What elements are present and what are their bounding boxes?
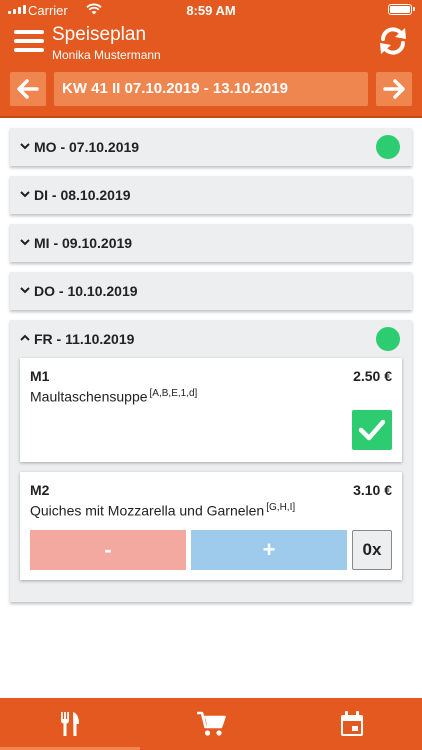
meal-name: Quiches mit Mozzarella und Garnelen [G,H,… <box>30 502 295 519</box>
refresh-icon <box>380 27 406 55</box>
day-section-di: DI - 08.10.2019 <box>10 176 412 214</box>
increase-quantity-button[interactable]: + <box>191 530 347 570</box>
allergen-codes: [G,H,I] <box>266 502 296 513</box>
tab-menu[interactable] <box>0 698 140 750</box>
hamburger-line <box>14 48 44 52</box>
chevron-down-icon <box>20 191 30 198</box>
chevron-down-icon <box>20 239 30 246</box>
week-selector: KW 41 II 07.10.2019 - 13.10.2019 <box>0 64 422 118</box>
meal-name-text: Quiches mit Mozzarella und Garnelen <box>30 502 265 519</box>
arrow-right-icon <box>383 79 405 99</box>
day-title: MI - 09.10.2019 <box>34 235 133 251</box>
menu-button[interactable] <box>14 26 44 56</box>
cutlery-icon <box>61 712 79 736</box>
status-time: 8:59 AM <box>186 3 236 18</box>
meal-name: Maultaschensuppe [A,B,E,1,d] <box>30 388 197 405</box>
bottom-tab-bar <box>0 698 422 750</box>
previous-week-button[interactable] <box>10 72 46 106</box>
day-header-di[interactable]: DI - 08.10.2019 <box>10 176 412 214</box>
allergen-codes: [A,B,E,1,d] <box>149 388 198 399</box>
chevron-down-icon <box>20 143 30 150</box>
tab-calendar[interactable] <box>282 698 422 750</box>
meal-price: 3.10 € <box>353 482 392 498</box>
decrease-quantity-button[interactable]: - <box>30 530 186 570</box>
day-header-mo[interactable]: MO - 07.10.2019 <box>10 128 412 166</box>
day-title: DO - 10.10.2019 <box>34 283 138 299</box>
day-title: FR - 11.10.2019 <box>34 331 135 347</box>
hamburger-line <box>14 30 44 34</box>
meal-card-m2: M2 3.10 € Quiches mit Mozzarella und Gar… <box>20 472 402 580</box>
day-title: MO - 07.10.2019 <box>34 139 140 155</box>
quantity-display[interactable]: 0x <box>352 530 392 570</box>
day-header-mi[interactable]: MI - 09.10.2019 <box>10 224 412 262</box>
select-meal-button[interactable] <box>352 410 392 450</box>
calendar-icon <box>341 711 363 736</box>
tab-cart[interactable] <box>141 698 281 750</box>
meal-code: M1 <box>30 368 50 384</box>
day-title: DI - 08.10.2019 <box>34 187 131 203</box>
meal-card-m1: M1 2.50 € Maultaschensuppe [A,B,E,1,d] <box>20 358 402 462</box>
user-name: Monika Mustermann <box>52 48 161 62</box>
week-label: KW 41 II 07.10.2019 - 13.10.2019 <box>54 72 368 106</box>
refresh-button[interactable] <box>376 24 410 58</box>
day-section-fr: FR - 11.10.2019 M1 2.50 € Maultaschensup… <box>10 320 412 602</box>
chevron-down-icon <box>20 287 30 294</box>
chevron-up-icon <box>20 334 30 341</box>
battery-icon <box>388 4 415 15</box>
next-week-button[interactable] <box>376 72 412 106</box>
ordered-status-indicator <box>376 327 400 351</box>
meal-name-text: Maultaschensuppe <box>30 388 148 405</box>
page-title: Speiseplan <box>52 24 147 45</box>
meal-code: M2 <box>30 482 50 498</box>
day-section-mo: MO - 07.10.2019 <box>10 128 412 166</box>
status-bar: Carrier 8:59 AM <box>0 0 422 20</box>
day-header-do[interactable]: DO - 10.10.2019 <box>10 272 412 310</box>
ordered-status-indicator <box>376 135 400 159</box>
hamburger-line <box>14 39 44 43</box>
meal-price: 2.50 € <box>353 368 392 384</box>
day-section-mi: MI - 09.10.2019 <box>10 224 412 262</box>
day-section-do: DO - 10.10.2019 <box>10 272 412 310</box>
arrow-left-icon <box>17 79 39 99</box>
checkmark-icon <box>358 419 386 441</box>
day-header-fr[interactable]: FR - 11.10.2019 <box>10 320 412 358</box>
app-header: Speiseplan Monika Mustermann <box>0 20 422 64</box>
cart-icon <box>197 711 226 736</box>
